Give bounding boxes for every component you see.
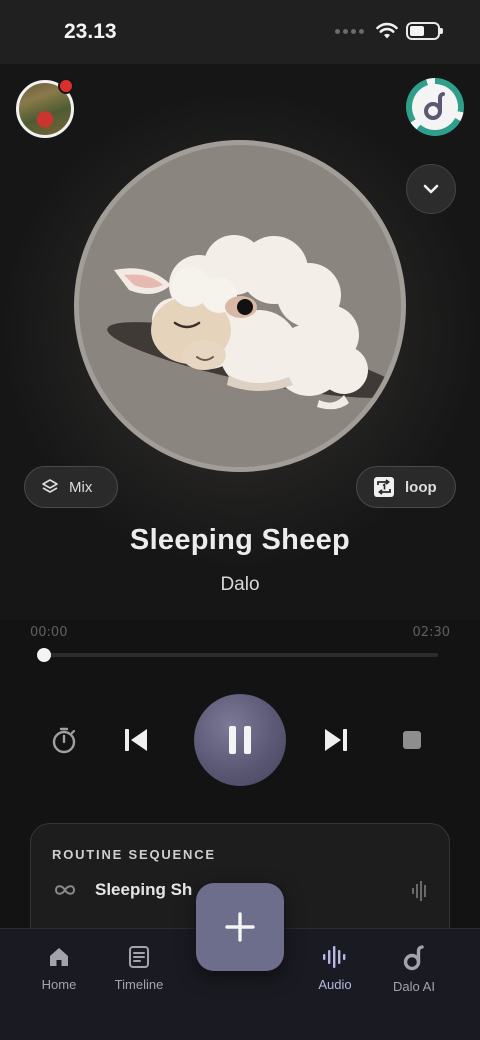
home-icon: [50, 948, 68, 966]
stop-button[interactable]: [394, 722, 430, 758]
nav-item-home[interactable]: Home: [19, 945, 99, 992]
audio-wave-icon: [323, 946, 346, 968]
add-button[interactable]: [196, 883, 284, 971]
nav-label-home: Home: [41, 977, 77, 992]
album-artwork: [74, 140, 406, 472]
progress-knob[interactable]: [37, 648, 51, 662]
next-icon: [325, 729, 347, 751]
sleep-timer-button[interactable]: [46, 720, 82, 760]
pause-icon: [229, 726, 251, 754]
previous-icon: [125, 729, 147, 751]
timeline-icon: [129, 946, 149, 968]
dalo-ai-icon: [403, 945, 424, 971]
cellular-signal-icon: [335, 28, 364, 34]
progress-slider[interactable]: [44, 653, 438, 657]
notification-dot: [58, 78, 74, 94]
routine-heading: ROUTINE SEQUENCE: [52, 847, 216, 862]
track-artist: Dalo: [220, 574, 260, 595]
repeat-one-icon: [374, 477, 394, 497]
nav-item-dalo-ai[interactable]: Dalo AI: [374, 945, 454, 994]
infinity-icon: [54, 885, 76, 895]
loop-label: loop: [405, 478, 437, 496]
nav-label-audio: Audio: [318, 977, 352, 992]
loop-button[interactable]: loop: [356, 466, 456, 508]
sleeping-sheep-illustration: [107, 235, 401, 410]
waveform-icon: [412, 881, 426, 901]
mix-label: Mix: [69, 478, 93, 496]
dalo-logo-button[interactable]: [406, 78, 464, 136]
collapse-player-button[interactable]: [406, 164, 456, 214]
total-time: 02:30: [412, 625, 450, 640]
previous-track-button[interactable]: [118, 720, 154, 760]
track-title: Sleeping Sheep: [129, 524, 351, 556]
nav-label-dalo-ai: Dalo AI: [393, 979, 435, 994]
status-time: 23.13: [64, 20, 117, 43]
mix-button[interactable]: Mix: [24, 466, 118, 508]
dalo-logo-icon: [412, 84, 458, 130]
plus-icon: [225, 912, 255, 942]
chevron-down-icon: [423, 184, 439, 194]
elapsed-time: 00:00: [30, 625, 68, 640]
layers-icon: [42, 479, 58, 493]
routine-track-name: Sleeping Sh: [95, 880, 193, 899]
nav-item-timeline[interactable]: Timeline: [99, 945, 179, 992]
wifi-icon: [376, 22, 398, 39]
nav-item-audio[interactable]: Audio: [295, 945, 375, 992]
play-pause-button[interactable]: [194, 694, 286, 786]
nav-label-timeline: Timeline: [114, 977, 164, 992]
timer-icon: [52, 727, 76, 754]
next-track-button[interactable]: [318, 720, 354, 760]
battery-icon: [406, 22, 443, 40]
stop-icon: [403, 731, 421, 749]
status-bar: 23.13: [0, 0, 480, 64]
status-icons: [335, 22, 443, 40]
